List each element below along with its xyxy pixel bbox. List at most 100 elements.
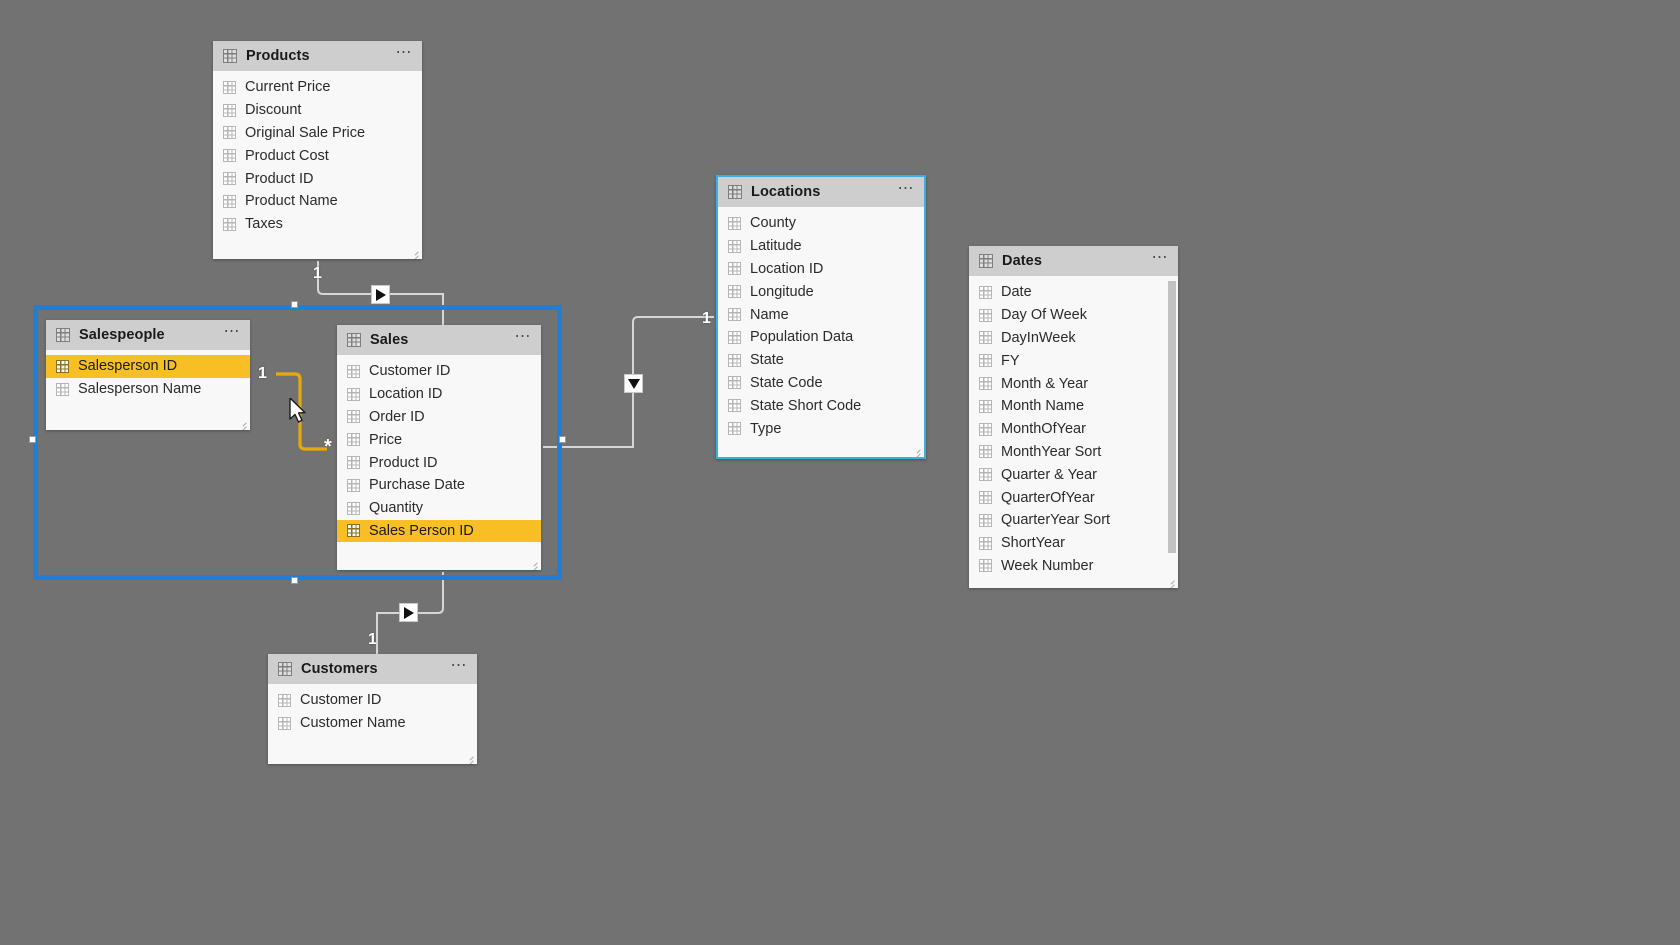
field-label: Product ID (369, 454, 438, 471)
table-grid-icon (56, 328, 70, 342)
model-view-canvas[interactable]: 1 1 * 1 1 Products ⋯ Current Price Disco… (0, 0, 1680, 945)
column-icon (223, 126, 236, 140)
field-row[interactable]: ShortYear (969, 532, 1178, 555)
field-label: State Short Code (750, 397, 862, 414)
field-row[interactable]: Quarter & Year (969, 463, 1178, 486)
field-row[interactable]: Price (337, 428, 541, 451)
field-row[interactable]: MonthYear Sort (969, 441, 1178, 464)
selection-handle-bottom[interactable] (291, 577, 298, 584)
resize-handle[interactable] (410, 247, 419, 256)
field-row[interactable]: Product ID (337, 451, 541, 474)
field-row[interactable]: Customer Name (268, 712, 477, 735)
selection-handle-right[interactable] (559, 436, 566, 443)
scrollbar-thumb[interactable] (1168, 281, 1176, 553)
field-row[interactable]: Population Data (718, 326, 924, 349)
field-row[interactable]: FY (969, 349, 1178, 372)
more-options-icon[interactable]: ⋯ (1152, 250, 1171, 268)
field-row[interactable]: Product Name (213, 190, 422, 213)
field-row[interactable]: Date (969, 281, 1178, 304)
table-card-customers[interactable]: Customers ⋯ Customer ID Customer Name (268, 654, 477, 764)
field-row[interactable]: Longitude (718, 280, 924, 303)
field-label: Population Data (750, 329, 854, 346)
column-icon (347, 410, 360, 424)
field-row[interactable]: Location ID (337, 383, 541, 406)
field-row[interactable]: Location ID (718, 258, 924, 281)
field-row[interactable]: Taxes (213, 213, 422, 236)
field-label: Salesperson Name (78, 381, 202, 398)
field-row-selected[interactable]: Salesperson ID (46, 355, 250, 378)
field-row[interactable]: QuarterYear Sort (969, 509, 1178, 532)
field-label: Current Price (245, 79, 331, 96)
field-row[interactable]: DayInWeek (969, 327, 1178, 350)
field-row[interactable]: Month & Year (969, 372, 1178, 395)
column-icon (728, 330, 741, 344)
table-header-customers[interactable]: Customers ⋯ (268, 654, 477, 684)
selection-handle-top[interactable] (291, 301, 298, 308)
more-options-icon[interactable]: ⋯ (224, 324, 243, 342)
field-row[interactable]: Day Of Week (969, 304, 1178, 327)
field-row[interactable]: Order ID (337, 406, 541, 429)
resize-handle[interactable] (529, 558, 538, 567)
table-header-salespeople[interactable]: Salespeople ⋯ (46, 320, 250, 350)
field-label: Longitude (750, 283, 814, 300)
field-row[interactable]: Type (718, 417, 924, 440)
field-row[interactable]: State Code (718, 372, 924, 395)
more-options-icon[interactable]: ⋯ (898, 181, 917, 199)
field-row[interactable]: Original Sale Price (213, 122, 422, 145)
field-label: MonthYear Sort (1001, 443, 1102, 460)
column-icon (728, 308, 741, 322)
arrow-right-icon-products-sales[interactable] (371, 285, 390, 304)
field-row[interactable]: Product ID (213, 167, 422, 190)
arrow-right-icon-sales-customers[interactable] (399, 603, 418, 622)
field-row[interactable]: County (718, 212, 924, 235)
resize-handle[interactable] (238, 418, 247, 427)
table-header-dates[interactable]: Dates ⋯ (969, 246, 1178, 276)
more-options-icon[interactable]: ⋯ (396, 45, 415, 63)
more-options-icon[interactable]: ⋯ (451, 658, 470, 676)
field-row[interactable]: Customer ID (268, 689, 477, 712)
resize-handle[interactable] (1166, 576, 1175, 585)
field-label: Month Name (1001, 398, 1085, 415)
arrow-down-icon-sales-locations[interactable] (624, 374, 643, 393)
table-grid-icon (347, 333, 361, 347)
field-row[interactable]: MonthOfYear (969, 418, 1178, 441)
field-label: Salesperson ID (78, 358, 178, 375)
field-row[interactable]: QuarterOfYear (969, 486, 1178, 509)
resize-handle[interactable] (465, 752, 474, 761)
field-row[interactable]: Quantity (337, 497, 541, 520)
field-row[interactable]: State (718, 349, 924, 372)
resize-handle[interactable] (912, 445, 921, 454)
field-row[interactable]: Latitude (718, 235, 924, 258)
field-label: State (750, 352, 784, 369)
table-card-products[interactable]: Products ⋯ Current Price Discount Origin… (213, 41, 422, 259)
column-icon (728, 353, 741, 367)
field-row[interactable]: Product Cost (213, 144, 422, 167)
selection-handle-left[interactable] (29, 436, 36, 443)
field-row[interactable]: Purchase Date (337, 474, 541, 497)
field-row[interactable]: Name (718, 303, 924, 326)
field-label: Customer ID (369, 363, 451, 380)
field-row[interactable]: Discount (213, 99, 422, 122)
table-header-products[interactable]: Products ⋯ (213, 41, 422, 71)
table-card-locations[interactable]: Locations ⋯ County Latitude Location ID … (716, 175, 926, 459)
field-row[interactable]: Month Name (969, 395, 1178, 418)
table-card-dates[interactable]: Dates ⋯ Date Day Of Week DayInWeek FY Mo… (969, 246, 1178, 588)
field-row[interactable]: Week Number (969, 555, 1178, 578)
table-header-locations[interactable]: Locations ⋯ (718, 177, 924, 207)
field-row[interactable]: Current Price (213, 76, 422, 99)
field-label: Quantity (369, 500, 423, 517)
field-row[interactable]: Customer ID (337, 360, 541, 383)
field-row[interactable]: Salesperson Name (46, 378, 250, 401)
vertical-scrollbar[interactable] (1168, 281, 1176, 584)
table-card-sales[interactable]: Sales ⋯ Customer ID Location ID Order ID… (337, 325, 541, 570)
field-row[interactable]: State Short Code (718, 394, 924, 417)
column-icon (979, 377, 992, 391)
field-list-locations: County Latitude Location ID Longitude Na… (718, 207, 924, 457)
table-header-sales[interactable]: Sales ⋯ (337, 325, 541, 355)
field-row-selected[interactable]: Sales Person ID (337, 519, 541, 543)
column-icon (56, 359, 69, 373)
column-icon (979, 422, 992, 436)
more-options-icon[interactable]: ⋯ (515, 329, 534, 347)
table-card-salespeople[interactable]: Salespeople ⋯ Salesperson ID Salesperson… (46, 320, 250, 430)
table-title: Products (246, 48, 310, 64)
